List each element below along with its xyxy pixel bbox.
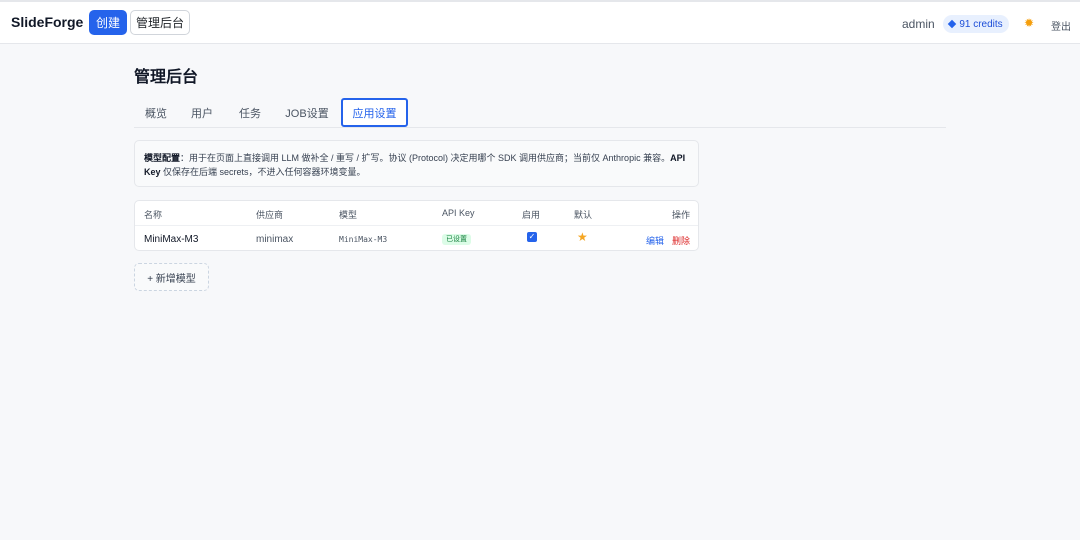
credits-badge: 91 credits bbox=[943, 15, 1009, 33]
default-star-icon[interactable]: ★ bbox=[577, 231, 588, 243]
col-api-key: API Key bbox=[442, 208, 475, 218]
brand-logo[interactable]: SlideForge bbox=[11, 14, 83, 30]
row-provider: minimax bbox=[256, 234, 294, 245]
diamond-icon bbox=[948, 19, 957, 29]
row-model-id: MiniMax-M3 bbox=[339, 235, 388, 244]
notice-text: ：用于在页面上直接调用 LLM 做补全 / 重写 / 扩写。协议 (Protoc… bbox=[180, 153, 671, 163]
col-model: 模型 bbox=[339, 210, 358, 220]
tab-job-settings[interactable]: JOB设置 bbox=[280, 98, 334, 127]
create-button[interactable]: 创建 bbox=[89, 10, 127, 35]
col-name: 名称 bbox=[144, 210, 163, 220]
api-key-status-badge: 已设置 bbox=[442, 234, 471, 245]
notice-text-2: 仅保存在后端 secrets，不进入任何容器环境变量。 bbox=[160, 167, 366, 177]
edit-button[interactable]: 编辑 bbox=[646, 234, 664, 247]
model-config-notice: 模型配置：用于在页面上直接调用 LLM 做补全 / 重写 / 扩写。协议 (Pr… bbox=[134, 140, 699, 187]
col-enabled: 启用 bbox=[522, 210, 541, 220]
notice-title: 模型配置 bbox=[144, 153, 181, 163]
tab-bar: 概览 用户 任务 JOB设置 应用设置 bbox=[134, 98, 946, 128]
table-header-divider bbox=[135, 225, 698, 226]
delete-button[interactable]: 删除 bbox=[672, 234, 690, 247]
sun-icon[interactable]: ✹ bbox=[1023, 17, 1035, 29]
page-title: 管理后台 bbox=[134, 69, 199, 86]
tab-app-settings[interactable]: 应用设置 bbox=[341, 98, 408, 127]
col-default: 默认 bbox=[574, 210, 593, 220]
models-table: 名称 供应商 模型 API Key 启用 默认 操作 MiniMax-M3 mi… bbox=[134, 200, 699, 251]
row-model-name: MiniMax-M3 bbox=[144, 234, 199, 245]
tab-tasks[interactable]: 任务 bbox=[230, 98, 270, 127]
tab-users[interactable]: 用户 bbox=[182, 98, 222, 127]
credits-label: 91 credits bbox=[959, 18, 1003, 30]
logout-button[interactable]: 登出 bbox=[1051, 18, 1071, 33]
user-name: admin bbox=[902, 17, 935, 31]
admin-button[interactable]: 管理后台 bbox=[130, 10, 190, 35]
enabled-checkbox[interactable]: ✓ bbox=[527, 232, 537, 242]
add-model-button[interactable]: + 新增模型 bbox=[134, 263, 209, 291]
col-actions: 操作 bbox=[672, 210, 691, 220]
top-navbar: SlideForge 创建 管理后台 admin 91 credits ✹ 登出 bbox=[0, 0, 1080, 44]
tab-overview[interactable]: 概览 bbox=[134, 98, 178, 127]
col-provider: 供应商 bbox=[256, 210, 284, 220]
